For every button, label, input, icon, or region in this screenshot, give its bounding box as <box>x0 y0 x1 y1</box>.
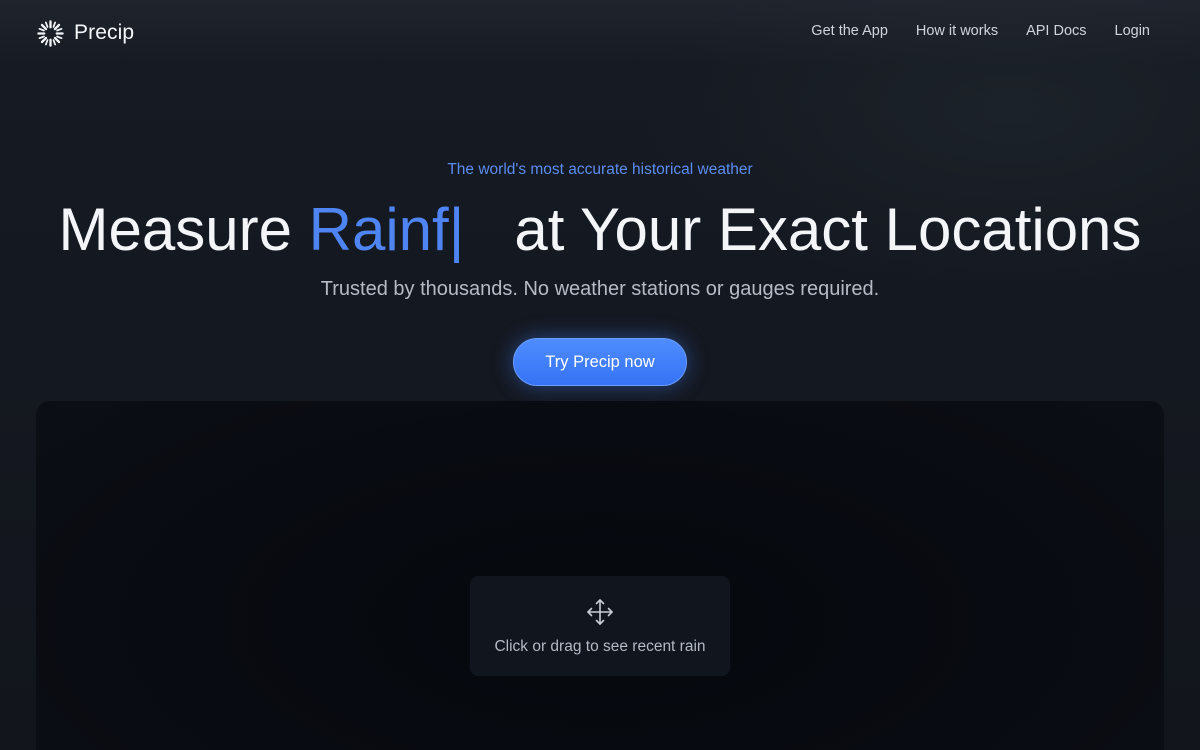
hero-eyebrow: The world's most accurate historical wea… <box>447 161 753 178</box>
hero-subheading: Trusted by thousands. No weather station… <box>320 278 880 300</box>
rain-map-panel[interactable]: Click or drag to see recent rain <box>36 401 1164 750</box>
hero-headline: Measure Rainf| at Your Exact Locations <box>0 196 1200 264</box>
map-hint-card: Click or drag to see recent rain <box>470 576 730 676</box>
nav-link-get-the-app[interactable]: Get the App <box>811 23 888 39</box>
brand-logo-link[interactable]: Precip <box>36 18 134 48</box>
nav-link-how-it-works[interactable]: How it works <box>916 23 998 39</box>
nav-link-login[interactable]: Login <box>1115 23 1150 39</box>
headline-suffix: at Your Exact Locations <box>514 196 1142 263</box>
map-hint-text: Click or drag to see recent rain <box>494 638 706 655</box>
spinner-sunburst-icon <box>37 19 64 47</box>
typing-cursor: | <box>448 196 465 263</box>
headline-typed-word: Rainf <box>308 196 449 263</box>
move-arrows-icon <box>587 599 613 625</box>
landing-page: Precip Get the App How it works API Docs… <box>0 0 1200 750</box>
top-navigation: Precip Get the App How it works API Docs… <box>0 0 1200 66</box>
headline-prefix: Measure <box>58 196 309 263</box>
try-precip-button[interactable]: Try Precip now <box>513 338 687 386</box>
nav-links: Get the App How it works API Docs Login <box>811 23 1150 39</box>
nav-link-api-docs[interactable]: API Docs <box>1026 23 1086 39</box>
brand-name: Precip <box>74 21 135 44</box>
